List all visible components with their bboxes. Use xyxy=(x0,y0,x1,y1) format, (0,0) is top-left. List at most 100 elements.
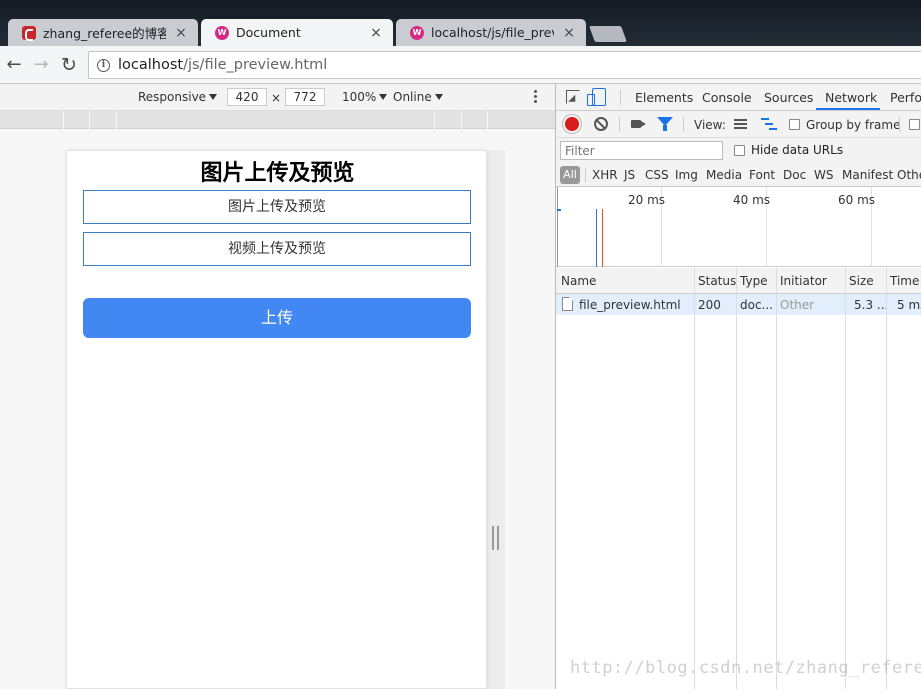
zoom-select[interactable]: 100% xyxy=(342,90,388,104)
video-upload-button[interactable]: 视频上传及预览 xyxy=(83,232,471,266)
url-host: localhost xyxy=(118,57,184,73)
page-title: 图片上传及预览 xyxy=(200,161,355,186)
timeline-label: 20 ms xyxy=(628,193,666,207)
throttle-select[interactable]: Online xyxy=(393,90,443,104)
type-filter-font[interactable]: Font xyxy=(749,168,775,182)
request-size: 5.3 ... xyxy=(854,298,888,312)
overview-icon[interactable] xyxy=(761,118,777,130)
browser-tab-strip: zhang_referee的博客 - × Document × localhos… xyxy=(0,0,921,46)
record-icon[interactable] xyxy=(565,117,579,131)
type-filter-manifest[interactable]: Manifest xyxy=(842,168,893,182)
tab-network[interactable]: Network xyxy=(825,90,877,105)
resize-handle[interactable] xyxy=(492,526,499,550)
tab-label: zhang_referee的博客 - xyxy=(43,26,166,41)
type-filter-media[interactable]: Media xyxy=(706,168,742,182)
hide-data-urls-checkbox[interactable] xyxy=(734,145,745,156)
filter-bar: Hide data URLs xyxy=(556,138,921,163)
device-toolbar: Responsive 420 × 772 100% Online xyxy=(0,84,555,111)
tab-label: Document xyxy=(236,25,301,40)
load-event-marker xyxy=(602,209,603,267)
column-type[interactable]: Type xyxy=(740,274,768,288)
column-name[interactable]: Name xyxy=(561,274,596,288)
viewport-height-input[interactable]: 772 xyxy=(285,88,325,106)
media-query-ruler[interactable] xyxy=(0,111,555,129)
hide-data-urls-label: Hide data URLs xyxy=(751,143,844,157)
network-toolbar: View: Group by frame xyxy=(556,111,921,138)
device-frame-edge xyxy=(487,150,505,689)
browser-tab-document[interactable]: Document × xyxy=(201,19,393,46)
requests-table-header: Name Status Type Initiator Size Time xyxy=(556,268,921,294)
type-filter-css[interactable]: CSS xyxy=(645,168,669,182)
column-status[interactable]: Status xyxy=(698,274,736,288)
webstorm-icon xyxy=(410,25,424,40)
request-type: doc... xyxy=(740,298,773,312)
type-filter-js[interactable]: JS xyxy=(624,168,635,182)
request-name: file_preview.html xyxy=(579,298,681,312)
column-size[interactable]: Size xyxy=(849,274,874,288)
caret-down-icon xyxy=(379,94,388,100)
tab-console[interactable]: Console xyxy=(702,90,752,105)
request-time: 5 ms xyxy=(897,298,921,312)
request-initiator: Other xyxy=(780,298,815,312)
type-filter-all[interactable]: All xyxy=(560,166,580,184)
tab-sources[interactable]: Sources xyxy=(764,90,813,105)
upload-button[interactable]: 上传 xyxy=(83,298,471,338)
devtools-panel: Elements Console Sources Network Perfor … xyxy=(555,84,921,689)
image-upload-button[interactable]: 图片上传及预览 xyxy=(83,190,471,224)
address-bar[interactable]: i localhost/js/file_preview.html xyxy=(88,51,921,79)
large-rows-icon[interactable] xyxy=(734,119,747,130)
reload-button[interactable]: ↻ xyxy=(58,54,80,76)
webstorm-icon xyxy=(215,25,229,40)
device-mode-label: Responsive xyxy=(138,90,207,104)
browser-tab-blog[interactable]: zhang_referee的博客 - × xyxy=(8,19,198,46)
document-icon xyxy=(562,297,573,311)
tab-close-icon[interactable]: × xyxy=(562,25,576,41)
clear-icon[interactable] xyxy=(594,117,608,131)
group-by-frame-label: Group by frame xyxy=(806,118,901,132)
type-filter-other[interactable]: Othe xyxy=(897,168,921,182)
back-button[interactable]: ← xyxy=(3,54,25,76)
watermark: http://blog.csdn.net/zhang_referee xyxy=(570,658,921,678)
active-tab-indicator xyxy=(816,108,880,110)
caret-down-icon xyxy=(209,94,218,100)
dom-content-loaded-marker xyxy=(596,209,597,267)
tab-performance[interactable]: Perfor xyxy=(890,90,921,105)
zoom-label: 100% xyxy=(342,90,377,104)
column-time[interactable]: Time xyxy=(890,274,919,288)
group-by-frame-checkbox[interactable] xyxy=(789,119,800,130)
emulated-page: 图片上传及预览 图片上传及预览 视频上传及预览 上传 xyxy=(66,150,487,689)
preserve-log-checkbox[interactable] xyxy=(909,119,920,130)
type-filter-ws[interactable]: WS xyxy=(814,168,833,182)
device-mode-select[interactable]: Responsive xyxy=(138,90,218,104)
filter-icon[interactable] xyxy=(657,117,673,131)
resource-type-filter: All XHR JS CSS Img Media Font Doc WS Man… xyxy=(556,163,921,187)
tab-close-icon[interactable]: × xyxy=(174,25,188,41)
type-filter-doc[interactable]: Doc xyxy=(783,168,806,182)
capture-screenshots-icon[interactable] xyxy=(631,120,646,128)
tab-elements[interactable]: Elements xyxy=(635,90,693,105)
request-bar xyxy=(557,209,561,211)
request-status: 200 xyxy=(698,298,721,312)
inspect-element-icon[interactable] xyxy=(566,90,580,104)
viewport-width-input[interactable]: 420 xyxy=(227,88,267,106)
timeline-label: 60 ms xyxy=(838,193,876,207)
network-overview[interactable]: 20 ms 40 ms 60 ms xyxy=(556,187,921,267)
timeline-label: 40 ms xyxy=(733,193,771,207)
type-filter-xhr[interactable]: XHR xyxy=(592,168,618,182)
type-filter-img[interactable]: Img xyxy=(675,168,698,182)
forward-button[interactable]: → xyxy=(30,54,52,76)
new-tab-button[interactable] xyxy=(589,26,627,42)
table-row[interactable]: file_preview.html 200 doc... Other 5.3 .… xyxy=(556,294,921,315)
more-options-icon[interactable] xyxy=(534,90,538,105)
filter-input[interactable] xyxy=(560,141,723,160)
device-toolbar-icon[interactable] xyxy=(587,88,606,106)
url-path: /js/file_preview.html xyxy=(183,57,328,73)
devtools-tab-bar: Elements Console Sources Network Perfor xyxy=(556,84,921,111)
view-label: View: xyxy=(694,118,726,132)
column-initiator[interactable]: Initiator xyxy=(780,274,827,288)
timeline-start-marker xyxy=(557,187,558,267)
info-icon[interactable]: i xyxy=(97,58,110,72)
throttle-label: Online xyxy=(393,90,432,104)
browser-tab-localhost[interactable]: localhost/js/file_previe × xyxy=(396,19,586,46)
tab-close-icon[interactable]: × xyxy=(369,25,383,41)
